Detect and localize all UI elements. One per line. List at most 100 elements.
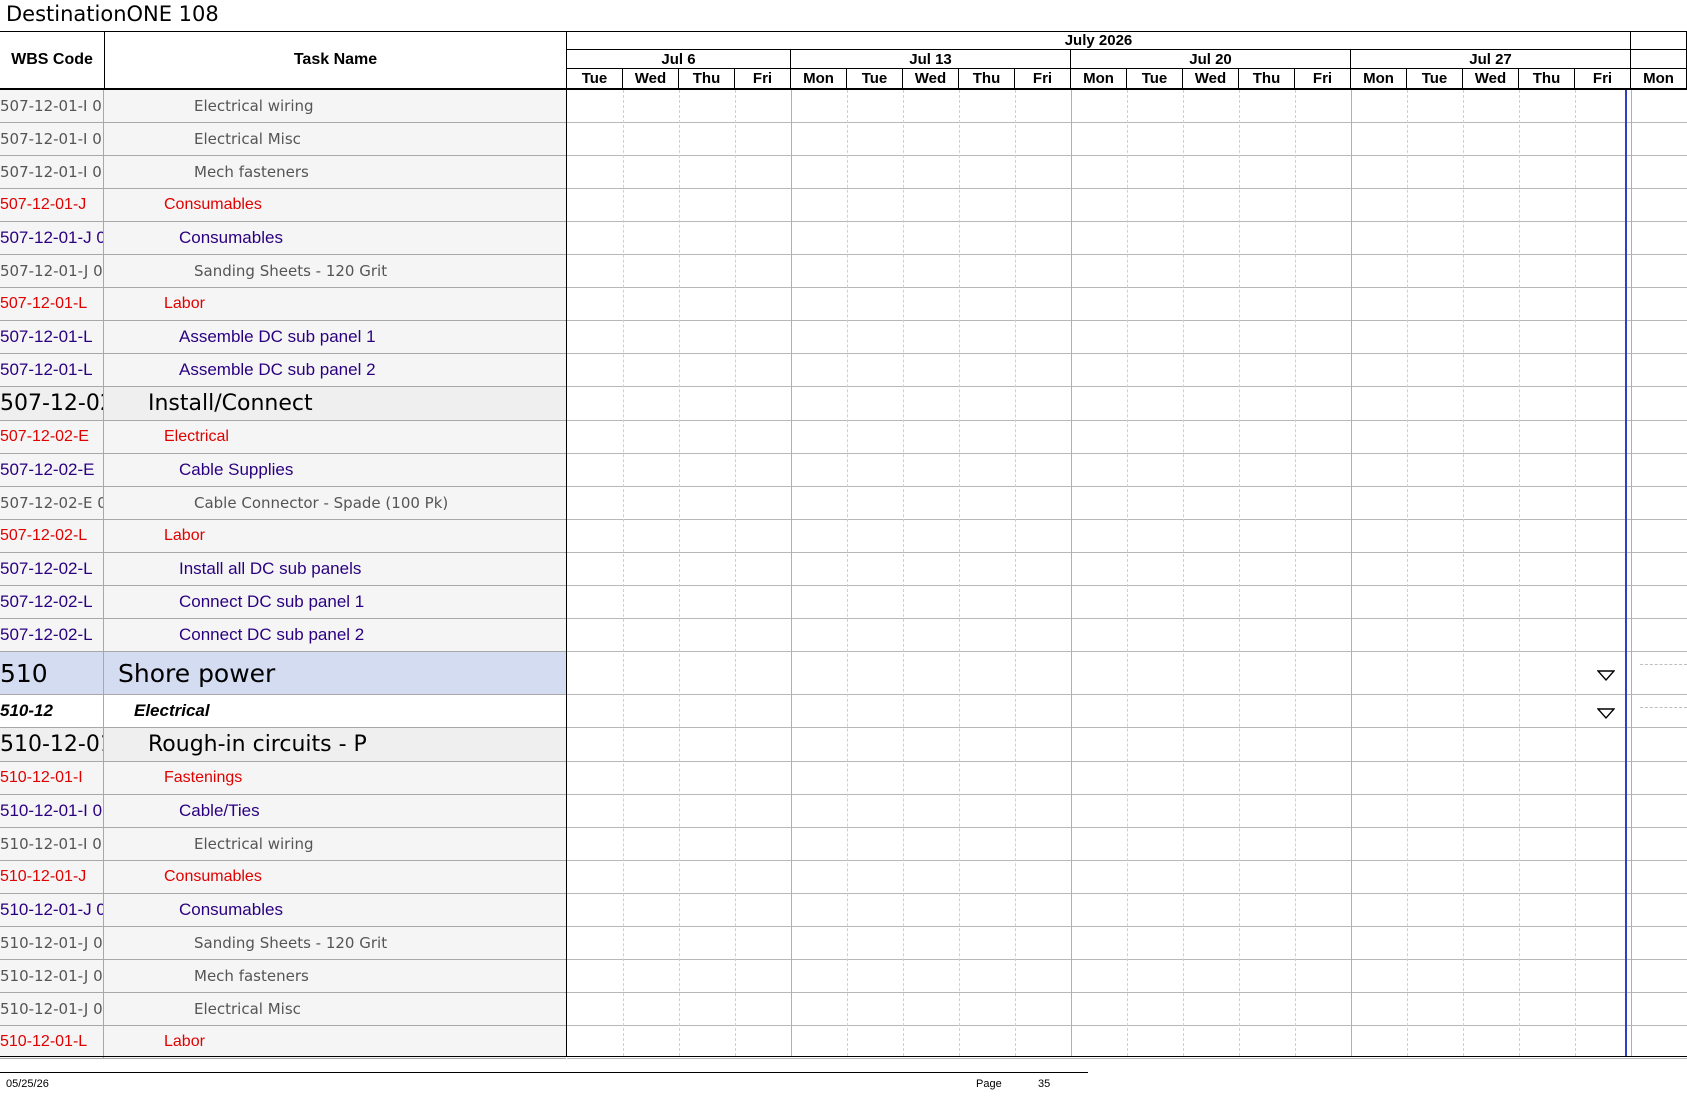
task-name: Cable Supplies (179, 460, 294, 479)
day-header-14: Mon (1351, 69, 1407, 88)
task-name: Sanding Sheets - 120 Grit (194, 262, 388, 280)
gantt-chart-area[interactable] (567, 90, 1687, 1059)
table-row[interactable]: 510-12-01-J 01 Electrical Misc (0, 993, 566, 1026)
wbs-code: 507-12-02-L (0, 553, 104, 585)
task-name: Electrical wiring (194, 97, 314, 115)
task-name: Consumables (179, 900, 283, 919)
table-row[interactable]: 507-12-02-E Cable Supplies (0, 454, 566, 487)
wbs-code: 507-12-01-J (0, 189, 104, 221)
task-name: Cable/Ties (179, 801, 260, 820)
summary-bar-continuation (1640, 664, 1687, 665)
gantt-day-gridline (1071, 90, 1072, 1056)
gantt-day-gridline (1295, 90, 1296, 1056)
day-header-5: Tue (847, 69, 903, 88)
wbs-code: 510-12-01-J 01 (0, 960, 104, 992)
wbs-code: 507-12-01-L (0, 354, 104, 386)
wbs-code: 507-12-02-E 0 (0, 487, 104, 519)
task-name: Consumables (164, 868, 262, 885)
wbs-code: 507-12-01-L (0, 288, 104, 320)
wbs-code: 510-12-01 (0, 728, 104, 761)
wbs-code: 507-12-02-E (0, 421, 104, 453)
month-header: July 2026 (567, 32, 1631, 50)
wbs-code: 507-12-01-I 01 (0, 123, 104, 155)
day-header-6: Wed (903, 69, 959, 88)
table-row[interactable]: 507-12-01-I 01 Electrical Misc (0, 123, 566, 156)
table-row[interactable]: 507-12-02-L Connect DC sub panel 1 (0, 586, 566, 619)
table-row[interactable]: 507-12-01-J Consumables (0, 189, 566, 222)
wbs-column-header[interactable]: WBS Code (0, 32, 105, 88)
wbs-code: 507-12-01-J 01 (0, 255, 104, 287)
task-name: Consumables (164, 196, 262, 213)
gantt-day-gridline (1239, 90, 1240, 1056)
day-header-7: Thu (959, 69, 1015, 88)
timescale-month-row: July 2026 (567, 32, 1687, 50)
wbs-code: 510 (0, 652, 104, 694)
gantt-row-gridline (567, 1058, 1687, 1059)
table-row[interactable]: 510-12-01 Rough-in circuits - P (0, 728, 566, 762)
table-row[interactable]: 510-12 Electrical (0, 695, 566, 728)
gantt-day-gridline (1351, 90, 1352, 1056)
task-name: Shore power (118, 658, 276, 688)
task-name: Assemble DC sub panel 2 (179, 360, 376, 379)
day-header-19: Mon (1631, 69, 1687, 88)
table-row[interactable]: 507-12-01-J 01 Sanding Sheets - 120 Grit (0, 255, 566, 288)
table-row[interactable]: 510-12-01-I 0 Cable/Ties (0, 795, 566, 828)
table-row[interactable]: 507-12-01-L Assemble DC sub panel 2 (0, 354, 566, 387)
summary-marker-icon[interactable] (1597, 670, 1615, 682)
wbs-code: 510-12-01-J (0, 861, 104, 893)
wbs-code: 510-12-01-J 01 (0, 993, 104, 1025)
task-name: Connect DC sub panel 1 (179, 592, 365, 611)
task-name: Consumables (179, 228, 283, 247)
week-header-next (1631, 50, 1687, 69)
table-row[interactable]: 510-12-01-J 0 Consumables (0, 894, 566, 927)
table-row[interactable]: 510-12-01-J 01 Mech fasteners (0, 960, 566, 993)
task-name: Electrical Misc (194, 130, 301, 148)
table-row[interactable]: 507-12-02 Install/Connect (0, 387, 566, 421)
table-row[interactable]: 510-12-01-J Consumables (0, 861, 566, 894)
table-row[interactable]: 507-12-02-E Electrical (0, 421, 566, 454)
gantt-day-gridline (1015, 90, 1016, 1056)
gantt-day-gridline (1407, 90, 1408, 1056)
gantt-day-gridline (847, 90, 848, 1056)
task-name: Electrical wiring (194, 835, 314, 853)
table-row[interactable]: 507-12-02-L Install all DC sub panels (0, 553, 566, 586)
week-header-1: Jul 13 (791, 50, 1071, 69)
table-row[interactable]: 507-12-01-J 0 Consumables (0, 222, 566, 255)
task-name: Labor (164, 1033, 205, 1050)
gantt-day-gridline (679, 90, 680, 1056)
table-row[interactable]: 510-12-01-I Fastenings (0, 762, 566, 795)
table-row[interactable]: 507-12-02-L Labor (0, 520, 566, 553)
table-row[interactable]: 510-12-01-I 01 Electrical wiring (0, 828, 566, 861)
gantt-day-gridline (1631, 90, 1632, 1056)
page-number: 35 (1038, 1078, 1051, 1090)
summary-marker-icon[interactable] (1597, 708, 1615, 720)
table-row[interactable]: 507-12-02-E 0 Cable Connector - Spade (10… (0, 487, 566, 520)
day-header-3: Fri (735, 69, 791, 88)
task-column-header[interactable]: Task Name (105, 32, 566, 88)
table-row[interactable]: 507-12-02-L Connect DC sub panel 2 (0, 619, 566, 652)
task-name: Electrical Misc (194, 1000, 301, 1018)
day-header-1: Wed (623, 69, 679, 88)
wbs-code: 507-12-02-L (0, 586, 104, 618)
table-row[interactable]: 507-12-01-I 01 Mech fasteners (0, 156, 566, 189)
task-name: Install all DC sub panels (179, 559, 362, 578)
task-name: Rough-in circuits - P (148, 732, 367, 757)
wbs-code: 510-12-01-J 01 (0, 927, 104, 959)
table-row[interactable]: 510 Shore power (0, 652, 566, 695)
wbs-code: 507-12-02-E (0, 454, 104, 486)
task-name: Mech fasteners (194, 163, 309, 181)
table-row[interactable]: 507-12-01-L Assemble DC sub panel 1 (0, 321, 566, 354)
task-name: Labor (164, 527, 205, 544)
table-row[interactable]: 507-12-01-I 01 Electrical wiring (0, 90, 566, 123)
timescale-day-row: Tue Wed Thu Fri Mon Tue Wed Thu Fri Mon Tue Wed Thu F… (567, 69, 1687, 88)
gantt-day-gridline (1519, 90, 1520, 1056)
week-header-0: Jul 6 (567, 50, 791, 69)
table-row[interactable]: 510-12-01-L Labor (0, 1026, 566, 1059)
day-header-0: Tue (567, 69, 623, 88)
summary-bar-continuation (1640, 707, 1687, 708)
table-row[interactable]: 507-12-01-L Labor (0, 288, 566, 321)
day-header-13: Fri (1295, 69, 1351, 88)
table-row[interactable]: 510-12-01-J 01 Sanding Sheets - 120 Grit (0, 927, 566, 960)
gantt-day-gridline (959, 90, 960, 1056)
wbs-code: 507-12-01-I 01 (0, 90, 104, 122)
